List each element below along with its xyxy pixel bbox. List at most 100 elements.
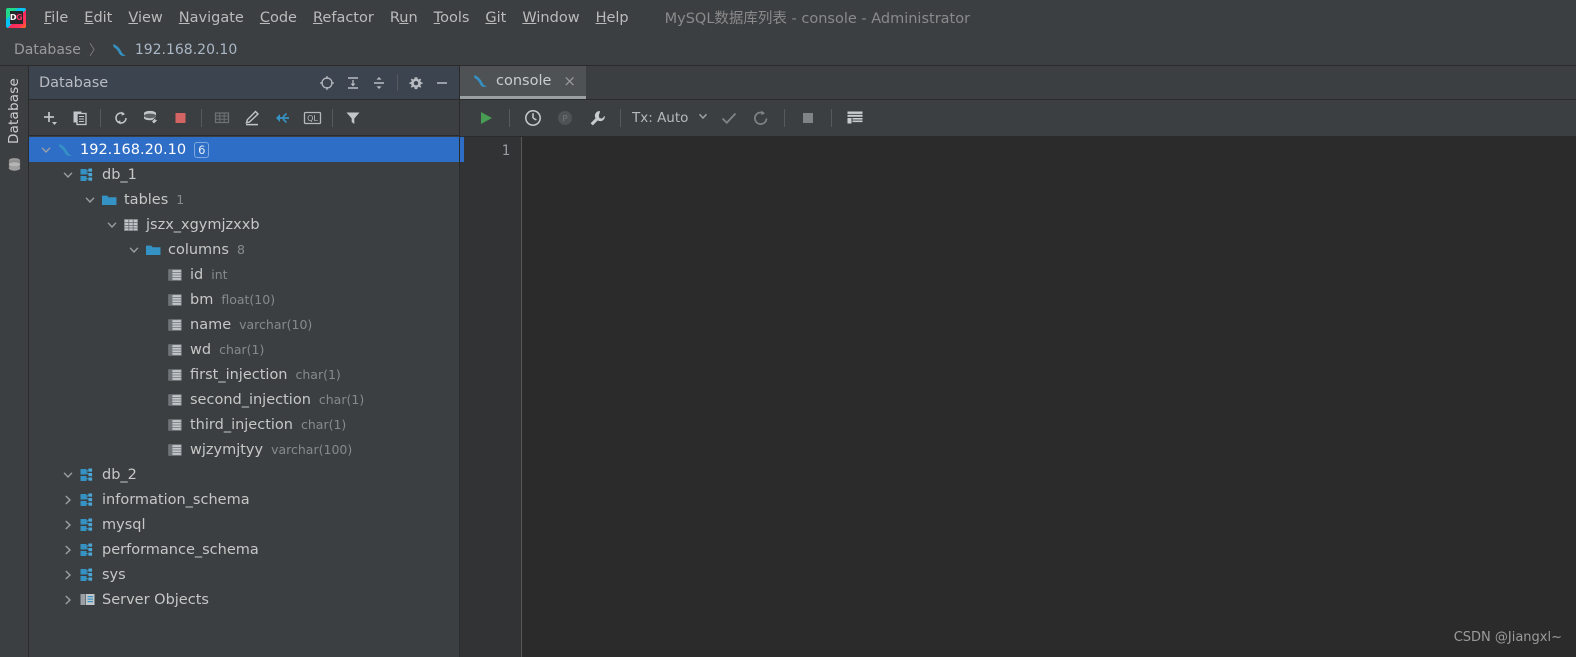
tree-node-db_2[interactable]: db_2 (29, 462, 459, 487)
chevron-down-icon[interactable] (37, 144, 55, 156)
run-icon[interactable] (470, 103, 502, 133)
tree-node-label: performance_schema (102, 541, 259, 558)
chevron-right-icon[interactable] (59, 569, 77, 581)
tree-node-col_wjzymjtyy[interactable]: wjzymjtyy varchar(100) (29, 437, 459, 462)
console-divider-1 (509, 109, 510, 127)
tab-console[interactable]: console × (460, 66, 586, 99)
chevron-right-icon[interactable] (59, 494, 77, 506)
chevron-down-icon[interactable] (125, 244, 143, 256)
tree-node-label: Server Objects (102, 591, 209, 608)
history-icon[interactable] (517, 103, 549, 133)
tree-node-label: sys (102, 566, 126, 583)
stop-icon[interactable] (166, 104, 196, 132)
menu-window[interactable]: Window (514, 6, 587, 30)
tree-node-col_bm[interactable]: bm float(10) (29, 287, 459, 312)
stripe-button-database[interactable]: Database (6, 72, 22, 150)
tab-console-label: console (496, 73, 552, 89)
tree-node-meta: char(1) (219, 342, 265, 357)
database-cylinder-icon[interactable] (7, 157, 22, 173)
tree-node-label: db_2 (102, 466, 137, 483)
output-table-icon[interactable] (839, 103, 871, 133)
selection-marker (460, 137, 464, 162)
breadcrumb-host[interactable]: 192.168.20.10 (135, 42, 237, 58)
column-icon (165, 267, 185, 283)
svg-text:P: P (562, 115, 568, 125)
tree-node-jszx_xgymjzxxb[interactable]: jszx_xgymjzxxb (29, 212, 459, 237)
tree-node-mysql[interactable]: mysql (29, 512, 459, 537)
database-toolbar: QL (29, 100, 459, 136)
mysql-dolphin-icon (55, 142, 75, 158)
add-new-icon[interactable] (35, 104, 65, 132)
locate-target-icon[interactable] (314, 70, 340, 96)
close-icon[interactable]: × (563, 72, 576, 90)
tree-node-badge: 6 (194, 141, 210, 158)
tree-node-server_objects[interactable]: Server Objects (29, 587, 459, 612)
menu-code[interactable]: Code (252, 6, 305, 30)
menu-refactor[interactable]: Refactor (305, 6, 382, 30)
chevron-right-icon[interactable] (59, 594, 77, 606)
rollback-icon (745, 103, 777, 133)
menu-bar: DG File Edit View Navigate Code Refactor… (0, 0, 1576, 35)
breadcrumb-separator: 〉 (88, 43, 103, 59)
duplicate-icon[interactable] (65, 104, 95, 132)
database-tree[interactable]: 192.168.20.10 6 db_1 tables 1 jszx_xgymjzxxbc… (29, 136, 459, 657)
edit-icon[interactable] (237, 104, 267, 132)
column-icon (165, 392, 185, 408)
database-tool-window: Database QL 192.168.20.10 6 db_1 tables … (29, 66, 460, 657)
tree-node-label: wd (190, 341, 212, 358)
app-logo-icon: DG (6, 7, 26, 28)
tree-node-columns[interactable]: columns 8 (29, 237, 459, 262)
tree-node-label: jszx_xgymjzxxb (146, 216, 260, 233)
menu-navigate[interactable]: Navigate (171, 6, 252, 30)
tree-node-tables[interactable]: tables 1 (29, 187, 459, 212)
sync-datasource-icon[interactable] (136, 104, 166, 132)
chevron-down-icon[interactable] (59, 169, 77, 181)
tree-node-information_schema[interactable]: information_schema (29, 487, 459, 512)
tree-node-sys[interactable]: sys (29, 562, 459, 587)
transaction-mode-select[interactable]: Tx: Auto (628, 110, 713, 126)
sql-editor[interactable]: 1 CSDN @Jiangxl~ (460, 137, 1576, 657)
editor-tab-bar: console × (460, 66, 1576, 100)
menu-view[interactable]: View (120, 6, 170, 30)
tree-node-db_1[interactable]: db_1 (29, 162, 459, 187)
expand-all-icon[interactable] (340, 70, 366, 96)
tree-node-host[interactable]: 192.168.20.10 6 (29, 137, 459, 162)
toolbar-divider-3 (332, 108, 333, 127)
menu-help[interactable]: Help (588, 6, 637, 30)
hide-minimize-icon[interactable] (429, 70, 455, 96)
tree-node-col_second_injection[interactable]: second_injection char(1) (29, 387, 459, 412)
chevron-down-icon[interactable] (81, 194, 99, 206)
tree-node-performance_schema[interactable]: performance_schema (29, 537, 459, 562)
menu-git[interactable]: Git (477, 6, 514, 30)
tree-node-meta: 1 (176, 192, 185, 207)
code-content[interactable]: CSDN @Jiangxl~ (522, 137, 1576, 657)
commit-check-icon (713, 103, 745, 133)
breadcrumb: Database 〉 192.168.20.10 (0, 35, 1576, 66)
breadcrumb-database[interactable]: Database (14, 42, 81, 58)
chevron-right-icon[interactable] (59, 519, 77, 531)
filter-icon[interactable] (338, 104, 368, 132)
tree-node-col_name[interactable]: name varchar(10) (29, 312, 459, 337)
chevron-right-icon[interactable] (59, 544, 77, 556)
tree-node-col_first_injection[interactable]: first_injection char(1) (29, 362, 459, 387)
tree-node-col_third_injection[interactable]: third_injection char(1) (29, 412, 459, 437)
chevron-down-icon[interactable] (103, 219, 121, 231)
tree-node-col_wd[interactable]: wd char(1) (29, 337, 459, 362)
column-icon (165, 417, 185, 433)
chevron-down-icon[interactable] (59, 469, 77, 481)
query-console-icon[interactable]: QL (297, 104, 327, 132)
wrench-icon[interactable] (581, 103, 613, 133)
tree-node-label: id (190, 266, 204, 283)
tree-node-col_id[interactable]: id int (29, 262, 459, 287)
collapse-all-icon[interactable] (366, 70, 392, 96)
data-editor-icon[interactable] (207, 104, 237, 132)
menu-tools[interactable]: Tools (426, 6, 478, 30)
menu-file[interactable]: File (36, 6, 76, 30)
menu-edit[interactable]: Edit (76, 6, 120, 30)
settings-gear-icon[interactable] (403, 70, 429, 96)
jump-to-icon[interactable] (267, 104, 297, 132)
header-divider (397, 74, 398, 91)
menu-run[interactable]: Run (382, 6, 426, 30)
refresh-icon[interactable] (106, 104, 136, 132)
tree-node-meta: varchar(100) (271, 442, 353, 457)
